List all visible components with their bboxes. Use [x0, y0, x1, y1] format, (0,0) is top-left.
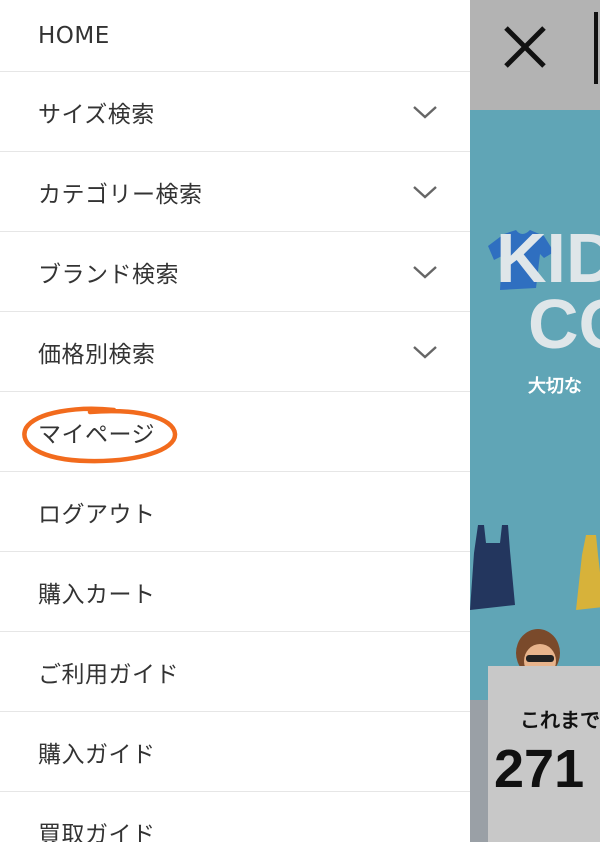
chevron-down-icon[interactable]	[412, 264, 438, 280]
menu-item-home[interactable]: HOME	[0, 0, 470, 72]
menu-item-category-search[interactable]: カテゴリー検索	[0, 152, 470, 232]
side-menu: HOME サイズ検索 カテゴリー検索 ブランド検索 価格別検索 マイページ ログ…	[0, 0, 470, 842]
menu-item-label: 価格別検索	[38, 341, 156, 368]
menu-item-purchase-guide[interactable]: 購入ガイド	[0, 712, 470, 792]
chevron-down-icon[interactable]	[412, 104, 438, 120]
menu-item-label: 購入ガイド	[38, 741, 156, 768]
banner-subtitle: 大切な	[528, 376, 582, 397]
menu-item-label: サイズ検索	[38, 101, 155, 128]
menu-item-price-search[interactable]: 価格別検索	[0, 312, 470, 392]
menu-item-brand-search[interactable]: ブランド検索	[0, 232, 470, 312]
menu-item-logout[interactable]: ログアウト	[0, 472, 470, 552]
menu-item-label: ログアウト	[38, 501, 156, 528]
menu-item-usage-guide[interactable]: ご利用ガイド	[0, 632, 470, 712]
banner-title-line2: CO	[528, 285, 600, 363]
stats-number: 271	[494, 739, 585, 799]
banner-title-line1: KID	[496, 219, 600, 297]
chevron-down-icon[interactable]	[412, 184, 438, 200]
menu-item-label: ブランド検索	[38, 261, 179, 288]
stats-card: これまで 271	[488, 666, 600, 842]
background-page: KID CO 大切な これまで 271	[470, 0, 600, 842]
menu-item-size-search[interactable]: サイズ検索	[0, 72, 470, 152]
stats-label: これまで	[520, 708, 600, 732]
hero-banner[interactable]	[470, 110, 600, 810]
menu-item-label: カテゴリー検索	[38, 181, 203, 208]
menu-item-label: 買取ガイド	[38, 821, 156, 842]
menu-bar-edge	[594, 12, 598, 84]
header-bar	[470, 0, 600, 110]
chevron-down-icon[interactable]	[412, 344, 438, 360]
overalls-image	[470, 525, 515, 610]
close-icon[interactable]	[500, 24, 550, 70]
menu-item-sell-guide[interactable]: 買取ガイド	[0, 792, 470, 842]
menu-item-label: HOME	[38, 22, 110, 49]
menu-item-label: ご利用ガイド	[38, 661, 179, 688]
dress-image	[576, 535, 600, 610]
menu-item-cart[interactable]: 購入カート	[0, 552, 470, 632]
menu-item-label: 購入カート	[38, 581, 156, 608]
menu-item-label: マイページ	[38, 421, 156, 448]
menu-item-mypage[interactable]: マイページ	[0, 392, 470, 472]
